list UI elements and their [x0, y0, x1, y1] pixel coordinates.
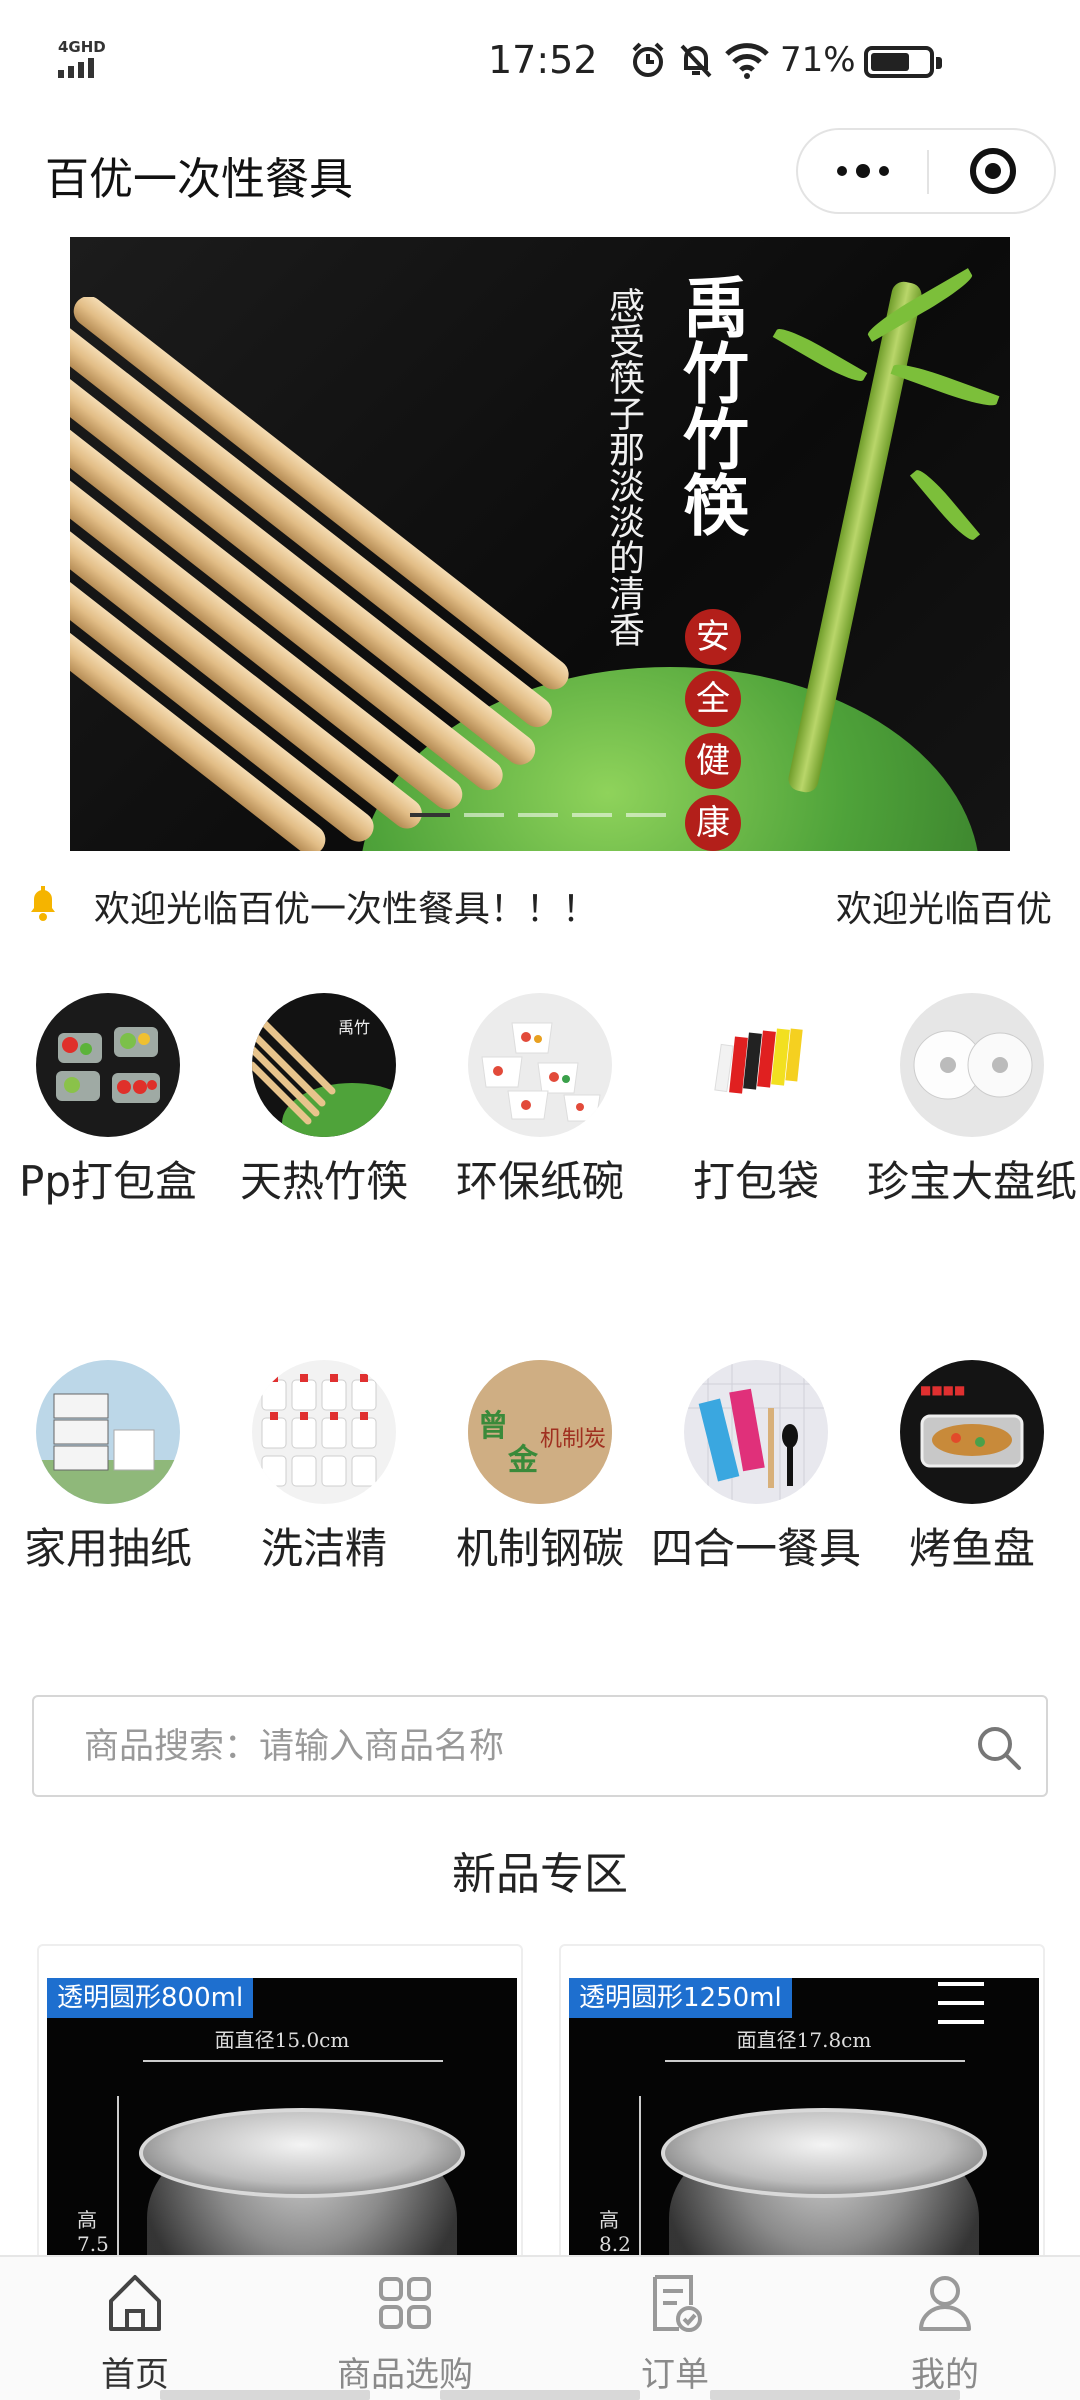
- banner-seal: 健: [685, 733, 741, 789]
- tab-orders[interactable]: 订单: [540, 2257, 810, 2400]
- notice-bar: 欢迎光临百优一次性餐具！！！ 欢迎光临百优: [0, 868, 1080, 938]
- height-value-text: 7.5: [77, 2232, 109, 2256]
- signal-icon: 4GHD: [58, 38, 108, 78]
- category-label: Pp打包盒: [19, 1157, 197, 1206]
- banner-seal: 安: [685, 609, 741, 665]
- packing-bag-photo: [684, 993, 828, 1137]
- home-icon: [109, 2275, 161, 2331]
- banner-dot[interactable]: [410, 813, 450, 817]
- category-label: 环保纸碗: [455, 1157, 624, 1206]
- gesture-bar: [160, 2390, 370, 2400]
- gesture-bar: [440, 2390, 640, 2400]
- banner-dot[interactable]: [518, 813, 558, 817]
- detergent-photo: [252, 1360, 396, 1504]
- network-label: 4GHD: [58, 38, 106, 56]
- dimension-arrow: [639, 2096, 641, 2262]
- target-icon[interactable]: [928, 130, 1058, 212]
- battery-percent: 71%: [780, 40, 856, 80]
- grid-icon: [379, 2277, 431, 2329]
- container-lid: [661, 2108, 987, 2198]
- chopsticks-illustration: [70, 297, 569, 851]
- bottom-tab-bar: 首页 商品选购 订单 我的: [0, 2255, 1080, 2400]
- svg-text:曾: 曾: [478, 1409, 508, 1444]
- category-label: 天热竹筷: [239, 1157, 408, 1206]
- product-height-label: 高 8.2: [599, 2208, 631, 2256]
- category-label: 家用抽纸: [23, 1524, 192, 1573]
- product-image: 透明圆形800ml 面直径15.0cm 高 7.5: [47, 1978, 517, 2262]
- alarm-icon: [632, 42, 664, 77]
- banner-dot[interactable]: [626, 813, 666, 817]
- tab-label: 商品选购: [337, 2355, 473, 2395]
- product-tag: 透明圆形800ml: [47, 1978, 254, 2018]
- status-time: 17:52: [488, 38, 598, 82]
- category-label: 四合一餐具: [650, 1524, 861, 1573]
- pp-box-photo: [36, 993, 180, 1137]
- status-bar: 4GHD 17:52 71%: [0, 0, 1080, 120]
- banner-slogan: 感受筷子那淡淡的清香: [603, 287, 644, 647]
- section-title-new-products: 新品专区: [452, 1849, 628, 1900]
- product-card[interactable]: 透明圆形800ml 面直径15.0cm 高 7.5: [37, 1944, 523, 2264]
- banner-dot[interactable]: [464, 813, 504, 817]
- tab-label: 订单: [641, 2355, 709, 2395]
- paper-bowl-photo: [468, 993, 612, 1137]
- bell-icon: [31, 886, 55, 921]
- category-label: 珍宝大盘纸: [866, 1157, 1077, 1206]
- miniprogram-capsule: [796, 128, 1056, 214]
- dimension-arrow: [143, 2060, 443, 2062]
- banner-pagination: [410, 813, 666, 817]
- svg-text:机制炭: 机制炭: [540, 1427, 606, 1452]
- tab-label: 首页: [101, 2355, 169, 2395]
- dimension-arrow: [665, 2060, 965, 2062]
- category-label: 打包袋: [692, 1157, 819, 1206]
- battery-icon: [864, 46, 942, 78]
- bamboo-leaf: [890, 358, 1000, 412]
- svg-text:■■■■: ■■■■: [920, 1383, 965, 1397]
- tab-profile[interactable]: 我的: [810, 2257, 1080, 2400]
- promo-banner[interactable]: 感受筷子那淡淡的清香 禹竹竹筷 安 全 健 康: [70, 237, 1010, 851]
- gesture-bar: [710, 2390, 960, 2400]
- bamboo-leaf: [772, 323, 868, 387]
- height-label-text: 高: [599, 2208, 619, 2232]
- charcoal-box-photo: 曾 金 机制炭: [468, 1360, 612, 1504]
- product-diameter: 面直径15.0cm: [214, 2028, 350, 2052]
- cutlery-set-photo: [684, 1360, 828, 1504]
- category-label: 机制钢碳: [455, 1524, 624, 1573]
- bamboo-leaf: [864, 268, 976, 342]
- product-tag: 透明圆形1250ml: [569, 1978, 792, 2018]
- mute-bell-icon: [680, 44, 712, 78]
- jumbo-roll-photo: [900, 993, 1044, 1137]
- container-lid: [139, 2108, 465, 2198]
- banner-brand: 禹竹竹筷: [672, 273, 750, 537]
- tab-label: 我的: [911, 2355, 979, 2395]
- dimension-arrow: [117, 2096, 119, 2262]
- tab-home[interactable]: 首页: [0, 2257, 270, 2400]
- svg-text:金: 金: [507, 1443, 539, 1478]
- search-bar[interactable]: [32, 1695, 1048, 1797]
- category-label: 洗洁精: [260, 1524, 387, 1573]
- banner-seal: 康: [685, 795, 741, 851]
- more-dots-icon[interactable]: [798, 130, 928, 212]
- bamboo-chopsticks-photo: 禹竹: [252, 993, 396, 1137]
- fish-tray-photo: ■■■■: [900, 1360, 1044, 1504]
- menu-icon[interactable]: [924, 1968, 994, 2038]
- wifi-icon: [725, 43, 769, 79]
- notice-text-repeat: 欢迎光临百优: [836, 889, 1053, 930]
- user-icon: [919, 2276, 971, 2331]
- height-label-text: 高: [77, 2208, 97, 2232]
- category-label: 烤鱼盘: [908, 1524, 1035, 1573]
- svg-text:禹竹: 禹竹: [338, 1018, 370, 1037]
- search-icon[interactable]: [974, 1723, 1024, 1773]
- search-input[interactable]: [84, 1719, 964, 1775]
- banner-dot[interactable]: [572, 813, 612, 817]
- notice-text: 欢迎光临百优一次性餐具！！！: [94, 889, 599, 930]
- product-height-label: 高 7.5: [77, 2208, 109, 2256]
- order-icon: [653, 2275, 702, 2332]
- banner-seal: 全: [685, 671, 741, 727]
- page-title: 百优一次性餐具: [45, 154, 353, 205]
- bamboo-leaf: [909, 465, 981, 545]
- height-value-text: 8.2: [599, 2232, 631, 2256]
- tab-shop[interactable]: 商品选购: [270, 2257, 540, 2400]
- tissue-photo: [36, 1360, 180, 1504]
